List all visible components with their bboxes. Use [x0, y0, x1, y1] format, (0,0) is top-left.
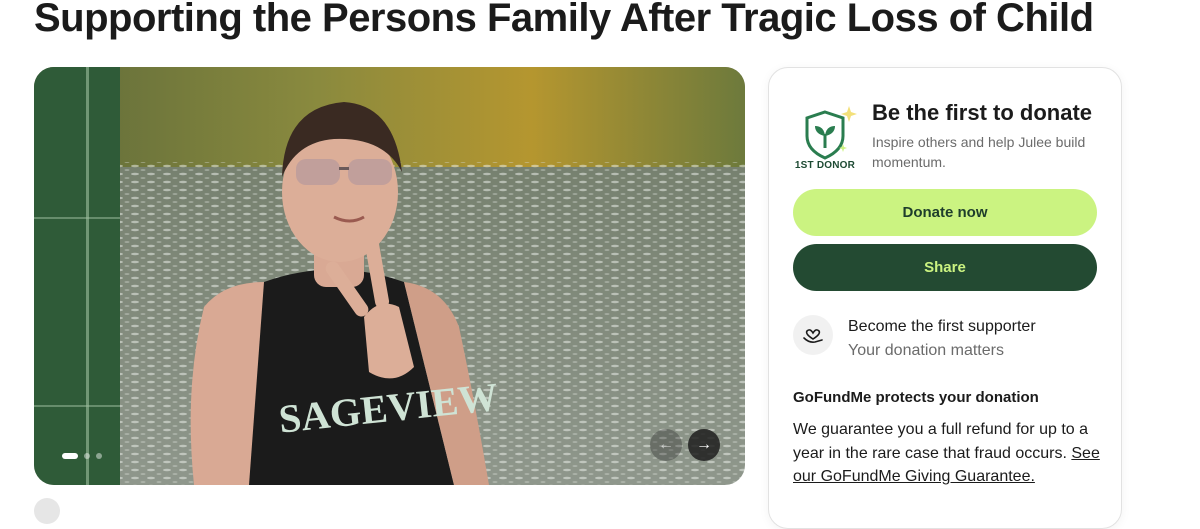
arrow-right-icon: → [696, 436, 712, 453]
heart-hand-icon [793, 315, 833, 355]
carousel-dot[interactable] [84, 453, 90, 459]
share-button[interactable]: Share [793, 244, 1097, 291]
carousel-dot-active[interactable] [62, 453, 78, 459]
supporter-subtext: Your donation matters [848, 342, 1004, 359]
protection-title: GoFundMe protects your donation [793, 389, 1039, 406]
card-heading: Be the first to donate [872, 100, 1093, 125]
card-subtext: Inspire others and help Julee build mome… [872, 134, 1086, 170]
supporter-title: Become the first supporter [848, 318, 1036, 335]
protection-body: We guarantee you a full refund for up to… [793, 421, 1089, 462]
page-title: Supporting the Persons Family After Trag… [34, 0, 1094, 40]
badge-label: 1ST DONOR [794, 160, 856, 171]
campaign-image: SAGEVIEW [34, 67, 745, 485]
organizer-row [34, 498, 60, 524]
carousel-dots [62, 453, 102, 459]
protection-text: We guarantee you a full refund for up to… [793, 418, 1103, 489]
carousel-dot[interactable] [96, 453, 102, 459]
donate-card: 1ST DONOR Be the first to donate Inspire… [768, 67, 1122, 529]
next-photo-button[interactable]: → [688, 429, 720, 461]
donate-now-button[interactable]: Donate now [793, 189, 1097, 236]
previous-photo-button[interactable]: ← [650, 429, 682, 461]
avatar[interactable] [34, 498, 60, 524]
campaign-photo[interactable]: SAGEVIEW ← → [34, 67, 745, 485]
arrow-left-icon: ← [658, 436, 674, 453]
